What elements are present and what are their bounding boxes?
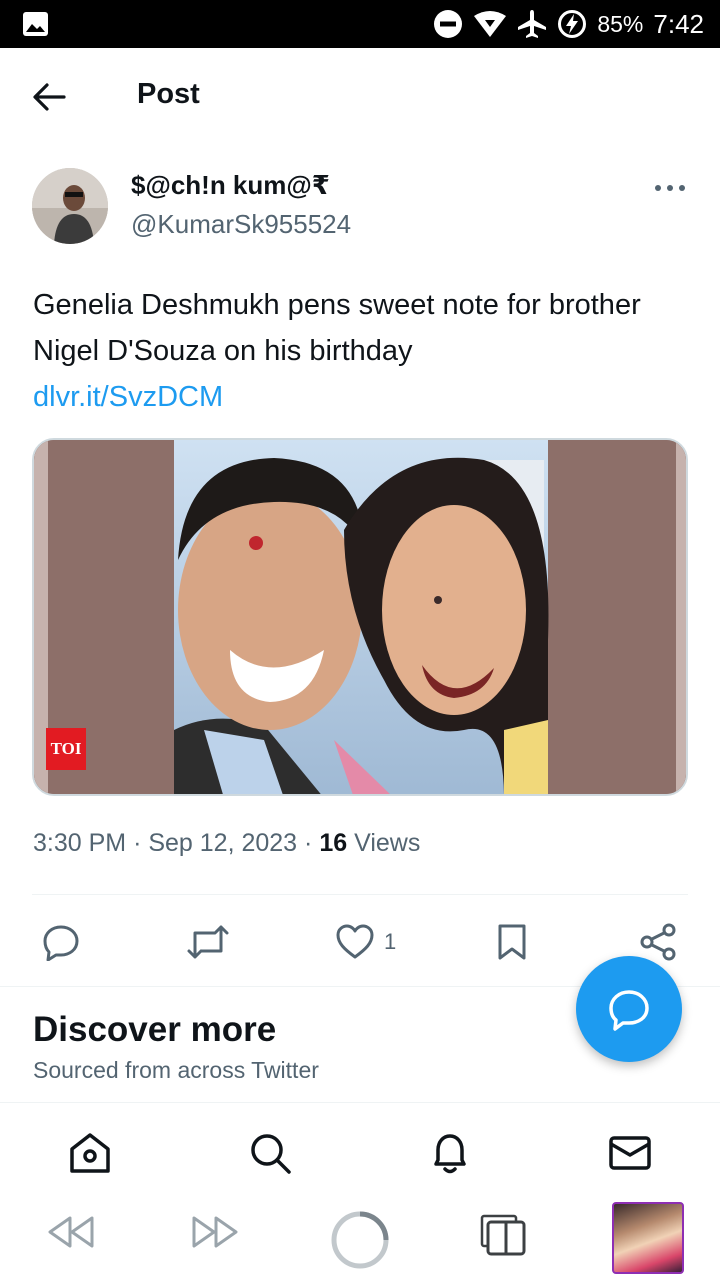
notifications-bell-icon[interactable] <box>428 1131 472 1175</box>
author-name[interactable]: $@ch!n kum@₹ <box>131 170 330 201</box>
tabs-switcher-icon[interactable] <box>480 1214 526 1256</box>
post-link[interactable]: dlvr.it/SvzDCM <box>33 374 693 420</box>
like-button[interactable]: 1 <box>336 920 396 964</box>
discover-subtitle: Sourced from across Twitter <box>33 1057 319 1083</box>
status-bar: 85% 7:42 <box>0 0 720 48</box>
home-icon[interactable] <box>68 1131 112 1175</box>
post-text: Genelia Deshmukh pens sweet note for bro… <box>33 282 693 420</box>
fast-forward-icon[interactable] <box>190 1212 240 1252</box>
wifi-icon <box>474 11 507 37</box>
more-options-icon[interactable] <box>652 178 688 198</box>
toi-badge: TOI <box>46 728 86 770</box>
header: Post <box>0 50 720 146</box>
app-thumbnail[interactable] <box>612 1202 684 1274</box>
media-control-bar <box>0 1198 720 1280</box>
heart-icon <box>336 924 374 959</box>
avatar[interactable] <box>32 168 108 244</box>
post-date: Sep 12, 2023 <box>148 829 298 857</box>
battery-charging-icon <box>558 10 587 38</box>
loading-circle-icon[interactable] <box>330 1210 390 1270</box>
bookmark-button[interactable] <box>496 920 528 964</box>
post-image[interactable]: TOI <box>32 438 688 796</box>
retweet-icon <box>187 925 229 959</box>
messages-envelope-icon[interactable] <box>608 1131 652 1175</box>
views-count: 16 <box>319 829 348 857</box>
post-meta: 3:30 PM · Sep 12, 2023 · 16 Views <box>33 829 421 857</box>
reply-icon <box>43 925 79 961</box>
reply-fab-button[interactable] <box>576 956 682 1062</box>
page-title: Post <box>137 78 200 110</box>
bottom-tab-bar <box>0 1102 720 1198</box>
battery-percent: 85% <box>597 10 644 37</box>
back-arrow-icon[interactable] <box>30 80 68 114</box>
gallery-icon <box>23 12 48 36</box>
search-icon[interactable] <box>248 1131 292 1175</box>
share-icon <box>640 923 676 961</box>
reply-button[interactable] <box>42 920 80 964</box>
bookmark-icon <box>498 924 526 960</box>
dnd-icon <box>434 10 463 38</box>
clock: 7:42 <box>653 8 704 39</box>
discover-title: Discover more <box>33 1010 277 1049</box>
retweet-button[interactable] <box>186 920 230 964</box>
photo-illustration <box>34 440 686 794</box>
post-body: Genelia Deshmukh pens sweet note for bro… <box>33 289 641 367</box>
airplane-icon <box>518 10 547 38</box>
author-handle[interactable]: @KumarSk955524 <box>131 209 351 240</box>
rewind-icon[interactable] <box>46 1212 96 1252</box>
divider <box>32 894 688 895</box>
post-time: 3:30 PM <box>33 829 127 857</box>
views-label[interactable]: Views <box>354 829 420 857</box>
like-count: 1 <box>384 929 397 954</box>
reply-icon <box>609 990 649 1031</box>
